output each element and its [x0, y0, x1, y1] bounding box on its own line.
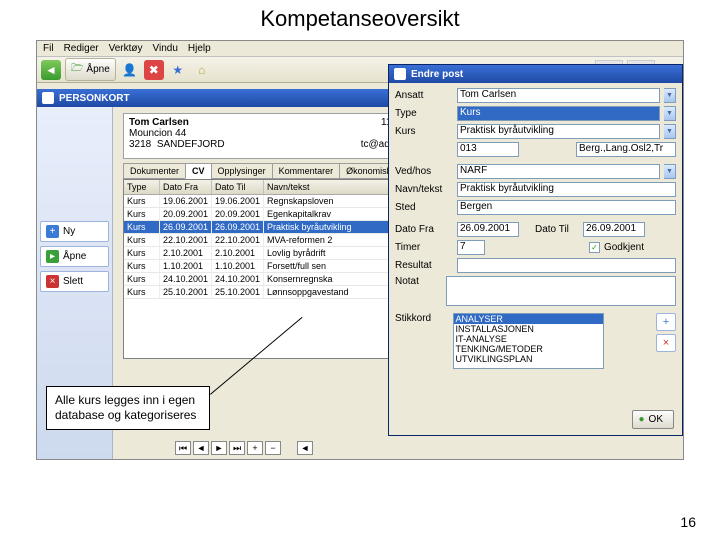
ok-button[interactable]: ● OK	[632, 410, 675, 429]
sted-field[interactable]: Bergen	[457, 200, 676, 215]
tab-kommentarer[interactable]: Kommentarer	[272, 163, 341, 179]
sidebar-item-slett[interactable]: × Slett	[40, 271, 109, 292]
nav-prev-button[interactable]: ◄	[193, 441, 209, 455]
menu-fil[interactable]: Fil	[43, 43, 54, 54]
tab-dokumenter[interactable]: Dokumenter	[123, 163, 186, 179]
table-row[interactable]: Kurs26.09.200126.09.2001Praktisk byråutv…	[124, 221, 410, 234]
notat-field[interactable]	[446, 276, 676, 306]
person-name: Tom Carlsen	[129, 117, 189, 128]
th-type[interactable]: Type	[124, 180, 160, 194]
table-row[interactable]: Kurs20.09.200120.09.2001Egenkapitalkrav	[124, 208, 410, 221]
tab-opplysinger[interactable]: Opplysinger	[211, 163, 273, 179]
nav-next-button[interactable]: ►	[211, 441, 227, 455]
kurs-code-field[interactable]: 013	[457, 142, 519, 157]
ansatt-dropdown-icon[interactable]: ▼	[664, 88, 676, 103]
table-row[interactable]: Kurs19.06.200119.06.2001Regnskapsloven	[124, 195, 410, 208]
godkjent-checkbox[interactable]: ✓	[589, 242, 600, 253]
lokasjon-field[interactable]: Berg.,Lang.Osl2,Tr	[576, 142, 676, 157]
stop-icon[interactable]: ✖	[144, 60, 164, 80]
dialog-title-bar: Endre post	[389, 65, 682, 83]
personkort-icon	[42, 92, 54, 104]
stikkord-remove-button[interactable]: ×	[656, 334, 676, 352]
th-datotil[interactable]: Dato Til	[212, 180, 264, 194]
table-row[interactable]: Kurs1.10.20011.10.2001Forsett/full sen	[124, 260, 410, 273]
dialog-icon	[394, 68, 406, 80]
vedhos-dropdown-icon[interactable]: ▼	[664, 164, 676, 179]
table-row[interactable]: Kurs22.10.200122.10.2001MVA-reformen 2	[124, 234, 410, 247]
sidebar-item-ny[interactable]: + Ny	[40, 221, 109, 242]
timer-field[interactable]: 7	[457, 240, 485, 255]
kurs-dropdown-icon[interactable]: ▼	[664, 124, 676, 139]
nav-del-button[interactable]: −	[265, 441, 281, 455]
delete-icon: ×	[46, 275, 59, 288]
menu-rediger[interactable]: Rediger	[64, 43, 99, 54]
ansatt-field[interactable]: Tom Carlsen	[457, 88, 660, 103]
find-person-icon[interactable]: 👤	[120, 60, 140, 80]
endre-post-dialog: Endre post Ansatt Tom Carlsen▼ Type Kurs…	[388, 64, 683, 436]
nav-first-button[interactable]: ⏮	[175, 441, 191, 455]
menu-verktoy[interactable]: Verktøy	[109, 43, 143, 54]
type-field[interactable]: Kurs	[457, 106, 660, 121]
type-dropdown-icon[interactable]: ▼	[664, 106, 676, 121]
page-number: 16	[680, 514, 696, 530]
menu-hjelp[interactable]: Hjelp	[188, 43, 211, 54]
nav-last-button[interactable]: ⏭	[229, 441, 245, 455]
tab-cv[interactable]: CV	[185, 163, 212, 179]
stikkord-list[interactable]: ANALYSER INSTALLASJONEN IT-ANALYSE TENKI…	[453, 313, 604, 369]
th-datofra[interactable]: Dato Fra	[160, 180, 212, 194]
person-summary: Tom Carlsen 117 Mouncion 44 3218 SANDEFJ…	[123, 113, 403, 159]
open-icon: ▸	[46, 250, 59, 263]
menubar: Fil Rediger Verktøy Vindu Hjelp	[37, 41, 683, 57]
stikkord-add-button[interactable]: +	[656, 313, 676, 331]
table-row[interactable]: Kurs25.10.200125.10.2001Lønnsoppgavestan…	[124, 286, 410, 299]
resultat-field[interactable]	[457, 258, 676, 273]
datotil-field[interactable]: 26.09.2001	[583, 222, 645, 237]
menu-vindu[interactable]: Vindu	[153, 43, 178, 54]
kurs-field[interactable]: Praktisk byråutvikling	[457, 124, 660, 139]
sidebar-item-apne[interactable]: ▸ Åpne	[40, 246, 109, 267]
slide-title: Kompetanseoversikt	[0, 0, 720, 36]
nav-back-icon[interactable]: ◄	[41, 60, 61, 80]
table-row[interactable]: Kurs2.10.20012.10.2001Lovlig byrådrift	[124, 247, 410, 260]
check-icon: ●	[639, 414, 645, 425]
navntekst-field[interactable]: Praktisk byråutvikling	[457, 182, 676, 197]
cv-table: Type Dato Fra Dato Til Navn/tekst Kurs19…	[123, 179, 411, 359]
open-button[interactable]: 🗁 Åpne	[65, 58, 116, 81]
tabs: Dokumenter CV Opplysinger Kommentarer Øk…	[123, 163, 412, 179]
plus-icon: +	[46, 225, 59, 238]
nav-add-button[interactable]: +	[247, 441, 263, 455]
nav-left2-button[interactable]: ◄	[297, 441, 313, 455]
open-folder-icon: 🗁	[71, 61, 83, 78]
favorite-icon[interactable]: ★	[168, 60, 188, 80]
home-icon[interactable]: ⌂	[192, 60, 212, 80]
record-navigator: ⏮ ◄ ► ⏭ + − ◄	[175, 441, 313, 455]
vedhos-field[interactable]: NARF	[457, 164, 660, 179]
datofra-field[interactable]: 26.09.2001	[457, 222, 519, 237]
annotation-callout: Alle kurs legges inn i egen database og …	[46, 386, 210, 430]
table-row[interactable]: Kurs24.10.200124.10.2001Konsernregnska	[124, 273, 410, 286]
person-address: Mouncion 44	[129, 128, 397, 139]
